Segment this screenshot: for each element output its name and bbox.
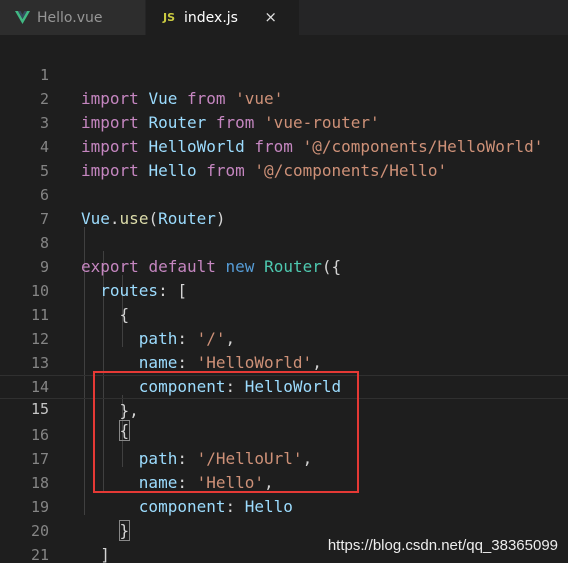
code-editor[interactable]: 1 import Vue from 'vue' 2 import Router … bbox=[0, 35, 568, 563]
code-line: 2 import Router from 'vue-router' bbox=[0, 63, 568, 132]
js-icon: JS bbox=[163, 11, 176, 24]
code-line: 8 export default new Router({ bbox=[0, 207, 568, 276]
tab-label: index.js bbox=[184, 9, 238, 26]
code-line: 20 ] bbox=[0, 495, 568, 563]
code-line: 10 { bbox=[0, 255, 568, 324]
code-line: 13 component: HelloWorld bbox=[0, 327, 568, 396]
code-line: 9 routes: [ bbox=[0, 231, 568, 300]
code-line: 18 component: Hello bbox=[0, 447, 568, 516]
code-line: 14 }, bbox=[0, 351, 568, 420]
tab-label: Hello.vue bbox=[37, 9, 103, 26]
code-line: 12 name: 'HelloWorld', bbox=[0, 303, 568, 372]
code-line: 3 import HelloWorld from '@/components/H… bbox=[0, 87, 568, 156]
code-line: 19 } bbox=[0, 471, 568, 541]
code-line: 6 Vue.use(Router) bbox=[0, 159, 568, 228]
code-line-current: 15 { bbox=[0, 375, 568, 441]
tab-index-js[interactable]: JS index.js × bbox=[146, 0, 299, 35]
code-line: 4 import Hello from '@/components/Hello' bbox=[0, 111, 568, 180]
code-line: 17 name: 'Hello', bbox=[0, 423, 568, 492]
vue-icon bbox=[15, 11, 30, 24]
code-line: 16 path: '/HelloUrl', bbox=[0, 399, 568, 468]
code-line: 5 bbox=[0, 135, 568, 180]
tab-hello-vue[interactable]: Hello.vue bbox=[0, 0, 146, 35]
code-line: 7 bbox=[0, 183, 568, 228]
code-line: 1 import Vue from 'vue' bbox=[0, 39, 568, 108]
tab-bar: Hello.vue JS index.js × bbox=[0, 0, 568, 35]
code-line: 11 path: '/', bbox=[0, 279, 568, 348]
watermark: https://blog.csdn.net/qq_38365099 bbox=[327, 537, 558, 554]
editor-window: Hello.vue JS index.js × 1 import Vue fro… bbox=[0, 0, 568, 563]
close-icon[interactable]: × bbox=[264, 8, 277, 26]
